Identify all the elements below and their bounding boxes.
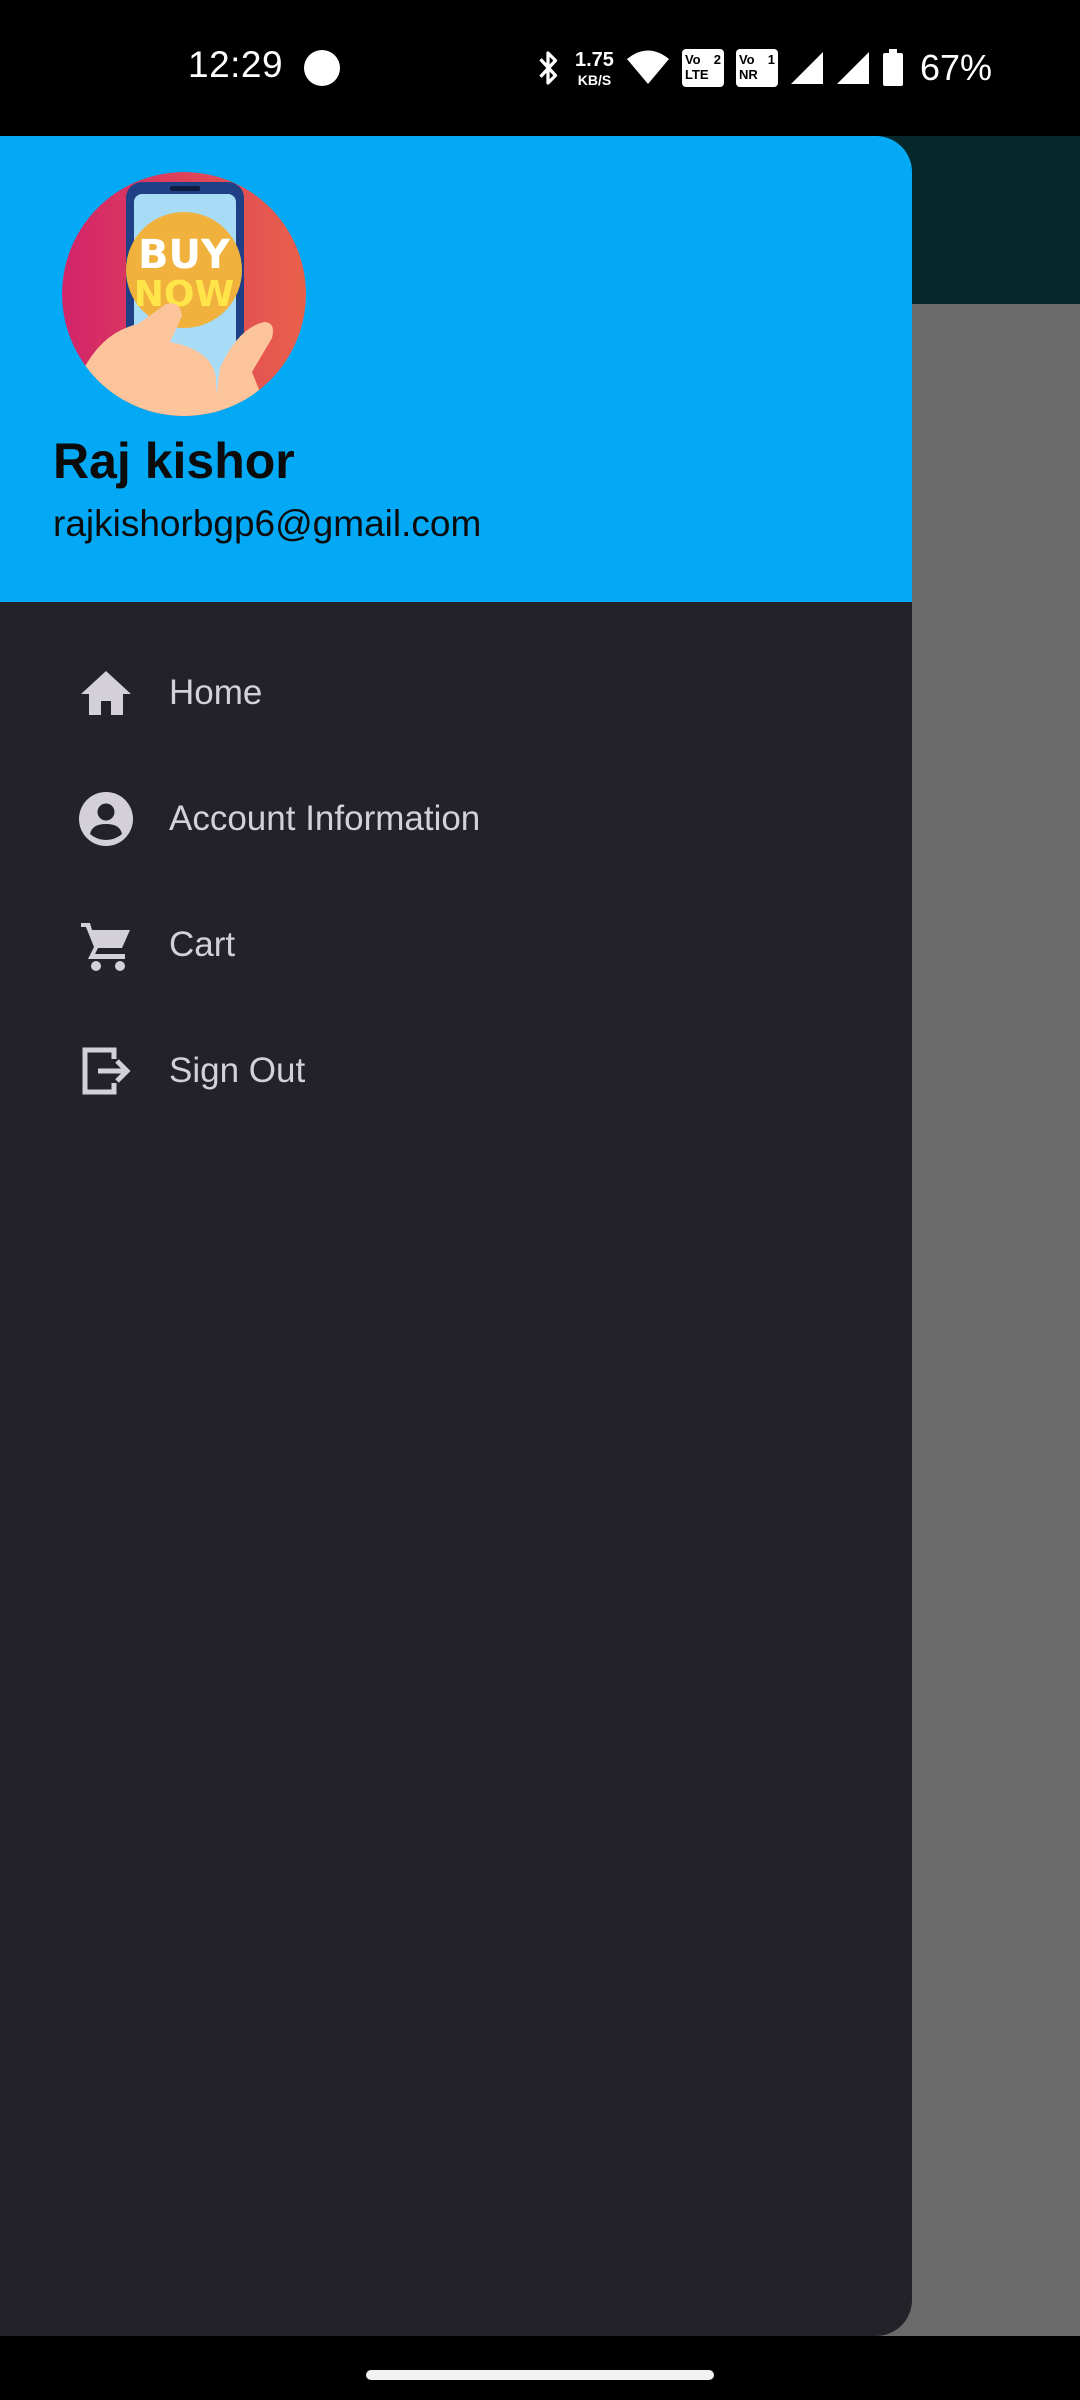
- menu-item-label: Account Information: [169, 799, 481, 838]
- menu-item-cart[interactable]: Cart: [0, 882, 912, 1008]
- drawer-header: BUY NOW Raj kishor rajkishorbgp6@gmail.c…: [0, 136, 912, 602]
- menu-item-label: Sign Out: [169, 1051, 306, 1090]
- screen: 12:29 1.75 KB/S Vo 2 LTE Vo 1 NR 67% BUY…: [0, 0, 1080, 2400]
- menu-item-label: Home: [169, 673, 263, 712]
- sign-out-icon: [78, 1043, 134, 1099]
- menu-item-label: Cart: [169, 925, 236, 964]
- avatar-now-text: NOW: [134, 274, 234, 315]
- home-icon: [78, 665, 134, 721]
- gesture-navigation-bar: [0, 2336, 1080, 2400]
- status-icons: 1.75 KB/S Vo 2 LTE Vo 1 NR 67%: [533, 40, 992, 96]
- battery-icon: [882, 49, 904, 87]
- network-speed-unit: KB/S: [577, 71, 612, 88]
- sim2-index-text: 1: [767, 52, 775, 67]
- cart-icon: [78, 917, 134, 973]
- notification-dot-icon: [304, 50, 340, 86]
- status-bar: 12:29 1.75 KB/S Vo 2 LTE Vo 1 NR 67%: [0, 0, 1080, 136]
- menu-item-account-information[interactable]: Account Information: [0, 756, 912, 882]
- navigation-drawer: BUY NOW Raj kishor rajkishorbgp6@gmail.c…: [0, 136, 912, 2336]
- network-speed-value: 1.75: [575, 48, 614, 71]
- user-name: Raj kishor: [53, 433, 295, 489]
- sim1-index-text: 2: [713, 52, 721, 67]
- user-email: rajkishorbgp6@gmail.com: [53, 503, 482, 544]
- menu-item-sign-out[interactable]: Sign Out: [0, 1008, 912, 1134]
- signal-icon: [836, 51, 870, 85]
- wifi-icon: [626, 50, 670, 86]
- account-circle-icon: [78, 791, 134, 847]
- volte-sim1-badge: Vo 2 LTE: [681, 49, 724, 87]
- menu-item-home[interactable]: Home: [0, 630, 912, 756]
- sim2-vo-text: Vo: [738, 52, 755, 67]
- avatar: BUY NOW: [62, 172, 306, 416]
- status-time: 12:29: [188, 44, 284, 85]
- drawer-menu: Home Account Information Cart Sign Out: [0, 630, 912, 1134]
- sim1-network-text: LTE: [684, 67, 709, 82]
- volte-sim2-badge: Vo 1 NR: [735, 49, 778, 87]
- signal-icon: [790, 51, 824, 85]
- battery-percent: 67%: [919, 47, 992, 88]
- sim2-network-text: NR: [738, 67, 758, 82]
- home-gesture-handle[interactable]: [366, 2370, 714, 2380]
- bluetooth-icon: [533, 48, 563, 88]
- avatar-buy-text: BUY: [138, 232, 231, 278]
- network-speed: 1.75 KB/S: [575, 50, 614, 87]
- sim1-vo-text: Vo: [684, 52, 701, 67]
